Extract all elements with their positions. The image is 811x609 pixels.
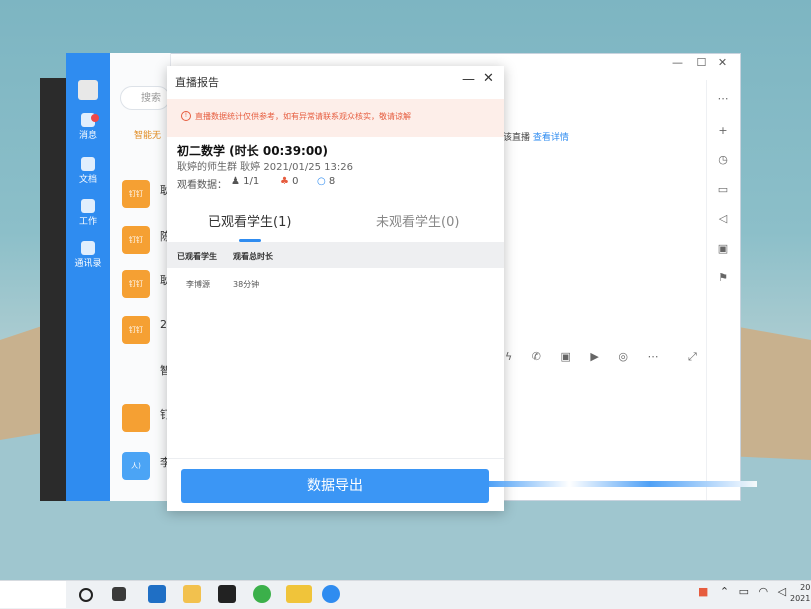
chevron-up-icon[interactable]: ⌃: [720, 585, 729, 598]
chat-title[interactable]: 2: [160, 318, 167, 331]
notice-label: 该直播: [503, 133, 531, 143]
close-button[interactable]: ✕: [718, 56, 727, 69]
chat-thumb[interactable]: 钉钉: [122, 316, 150, 344]
folder-icon[interactable]: ▭: [716, 183, 730, 197]
phone-icon[interactable]: ✆: [532, 350, 541, 363]
contacts-icon: [81, 241, 95, 255]
clock-date: 2021: [790, 594, 811, 603]
clock[interactable]: 20 2021: [790, 582, 810, 604]
wechat-icon[interactable]: [286, 585, 312, 603]
close-button[interactable]: ✕: [483, 71, 494, 86]
avatar[interactable]: [78, 80, 98, 100]
likes-value: 0: [292, 176, 299, 187]
chat-thumb[interactable]: 钉钉: [122, 226, 150, 254]
window-controls: — ☐ ✕: [660, 56, 740, 72]
task-view-icon[interactable]: [112, 587, 126, 601]
comments-value: 8: [328, 176, 336, 187]
dingtalk-icon[interactable]: [322, 585, 340, 603]
comment-icon: ○: [317, 176, 326, 187]
people-icon: ♟: [231, 176, 240, 187]
tab-unwatched[interactable]: 未观看学生(0): [376, 211, 459, 230]
browser-icon[interactable]: [253, 585, 271, 603]
search-input[interactable]: 搜索: [120, 86, 170, 110]
student-name: 李博源: [186, 280, 210, 289]
sidebar-item-messages[interactable]: 消息: [66, 113, 110, 141]
lightning-icon[interactable]: ϟ: [505, 350, 512, 363]
dialog-title: 直播报告: [175, 76, 219, 89]
network-icon[interactable]: ▭: [739, 585, 749, 598]
clock-time: 20: [800, 583, 811, 592]
video-icon[interactable]: ▣: [560, 350, 570, 363]
chat-thumb[interactable]: 人): [122, 452, 150, 480]
stats-label: 观看数据：: [177, 180, 227, 191]
notice-link[interactable]: 查看详情: [533, 133, 569, 143]
sidebar-item-label: 工作: [78, 217, 97, 227]
tab-watched[interactable]: 已观看学生(1): [208, 211, 291, 230]
clock-icon[interactable]: ◷: [716, 153, 730, 167]
column-header: 观看总时长: [233, 252, 273, 261]
maximize-button[interactable]: ☐: [697, 56, 707, 69]
add-member-icon[interactable]: +: [716, 124, 730, 138]
system-tray: ■ ⌃ ▭ ◠ ◁: [698, 585, 786, 598]
sidebar-item-label: 通讯录: [74, 259, 102, 269]
sidebar-item-label: 消息: [78, 131, 97, 141]
message-badge: [91, 114, 99, 122]
chat-thumb[interactable]: 钉钉: [122, 270, 150, 298]
course-title: 初二数学 (时长 00:39:00): [177, 144, 329, 158]
chat-thumb[interactable]: 钉钉: [122, 180, 150, 208]
render-artifact: [489, 481, 757, 487]
divider: [167, 458, 504, 459]
store-icon[interactable]: [218, 585, 236, 603]
composer-toolbar: ϟ ✆ ▣ ▶ ◎ ⋯ ⤢: [505, 350, 705, 368]
volume-icon[interactable]: ◁: [778, 585, 786, 598]
comments-stat: ○ 8: [317, 176, 335, 187]
course-subtitle: 耿婷的师生群 耿婷 2021/01/25 13:26: [177, 162, 353, 173]
column-header: 已观看学生: [177, 252, 217, 261]
warning-text: 直播数据统计仅供参考，如有异常请联系观众核实，敬请谅解: [195, 112, 411, 121]
screen-icon[interactable]: ▶: [590, 350, 598, 363]
mail-icon[interactable]: [148, 585, 166, 603]
flag-icon[interactable]: ⚑: [716, 271, 730, 285]
more-icon[interactable]: ⋯: [716, 92, 730, 106]
watch-duration: 38分钟: [233, 280, 260, 289]
info-icon: !: [181, 111, 191, 121]
export-button[interactable]: 数据导出: [181, 469, 489, 503]
live-icon[interactable]: ▣: [716, 242, 730, 256]
chat-thumb[interactable]: [122, 404, 150, 432]
sidebar-item-contacts[interactable]: 通讯录: [66, 241, 110, 269]
file-explorer-icon[interactable]: [183, 585, 201, 603]
sidebar-item-work[interactable]: 工作: [66, 199, 110, 227]
wifi-icon[interactable]: ◠: [759, 585, 769, 598]
more-icon[interactable]: ⋯: [647, 350, 658, 363]
viewers-value: 1/1: [243, 176, 260, 187]
viewers-stat: ♟ 1/1: [231, 176, 259, 187]
notice-text: 该直播 查看详情: [503, 130, 569, 143]
document-icon: [81, 157, 95, 171]
expand-icon[interactable]: ⤢: [688, 350, 697, 363]
announcement-icon[interactable]: ◁: [716, 212, 730, 226]
like-icon: ♣: [280, 176, 289, 187]
taskbar-search-area[interactable]: [0, 581, 66, 608]
school-icon[interactable]: ◎: [618, 350, 628, 363]
minimize-button[interactable]: —: [462, 72, 475, 87]
right-toolbar: [706, 80, 741, 500]
sidebar: 消息 文档 工作 通讯录: [66, 53, 110, 501]
cortana-icon[interactable]: [79, 588, 93, 602]
section-label: 智能无: [134, 131, 162, 141]
sidebar-item-docs[interactable]: 文档: [66, 157, 110, 185]
grid-icon: [81, 199, 95, 213]
app-tray-icon[interactable]: ■: [698, 585, 708, 598]
table-header: [167, 242, 504, 268]
sidebar-item-label: 文档: [78, 175, 97, 185]
likes-stat: ♣ 0: [280, 176, 299, 187]
minimize-button[interactable]: —: [672, 56, 683, 69]
